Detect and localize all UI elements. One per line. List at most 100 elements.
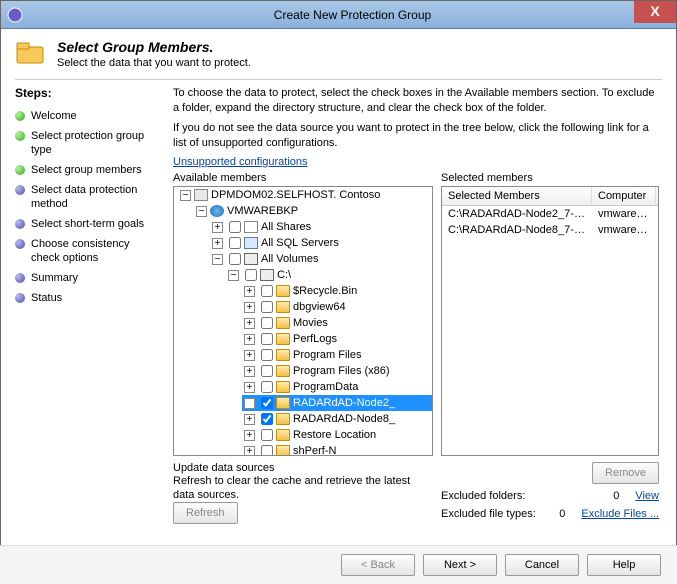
- folder-checkbox[interactable]: [261, 381, 273, 393]
- next-button[interactable]: Next >: [423, 554, 497, 576]
- tree-folder[interactable]: +Program Files: [242, 347, 432, 363]
- drive-icon: [260, 269, 274, 281]
- step-3[interactable]: Select data protection method: [15, 180, 159, 214]
- step-label: Summary: [31, 271, 78, 285]
- refresh-button[interactable]: Refresh: [173, 502, 238, 524]
- expander-icon[interactable]: +: [244, 366, 255, 377]
- expander-icon[interactable]: −: [196, 206, 207, 217]
- tree-folder[interactable]: +$Recycle.Bin: [242, 283, 432, 299]
- tree-folder[interactable]: +RADARdAD-Node8_: [242, 411, 432, 427]
- excluded-types-label: Excluded file types:: [441, 508, 536, 520]
- expander-icon[interactable]: −: [212, 254, 223, 265]
- tree-folder[interactable]: +Movies: [242, 315, 432, 331]
- step-bullet-icon: [15, 165, 25, 175]
- step-7[interactable]: Status: [15, 288, 159, 308]
- close-button[interactable]: X: [634, 1, 676, 23]
- tree-root[interactable]: −DPMDOM02.SELFHOST. Contoso: [178, 187, 432, 203]
- expander-icon[interactable]: +: [244, 446, 255, 457]
- step-label: Status: [31, 291, 62, 305]
- update-title: Update data sources: [173, 462, 433, 474]
- tree-group[interactable]: +All SQL Servers: [210, 235, 432, 251]
- folder-checkbox[interactable]: [261, 445, 273, 456]
- folder-checkbox[interactable]: [261, 429, 273, 441]
- page-header: Select Group Members. Select the data th…: [1, 29, 676, 69]
- step-0[interactable]: Welcome: [15, 106, 159, 126]
- expander-icon[interactable]: −: [180, 190, 191, 201]
- step-6[interactable]: Summary: [15, 268, 159, 288]
- tree-folder[interactable]: +PerfLogs: [242, 331, 432, 347]
- update-section: Update data sources Refresh to clear the…: [173, 462, 433, 524]
- step-label: Select short-term goals: [31, 217, 144, 231]
- expander-icon[interactable]: +: [244, 302, 255, 313]
- folder-checkbox[interactable]: [261, 413, 273, 425]
- expander-icon[interactable]: −: [228, 270, 239, 281]
- steps-sidebar: Steps: WelcomeSelect protection group ty…: [15, 86, 169, 534]
- step-1[interactable]: Select protection group type: [15, 126, 159, 160]
- cancel-button[interactable]: Cancel: [505, 554, 579, 576]
- expander-icon[interactable]: +: [244, 382, 255, 393]
- unsupported-link[interactable]: Unsupported configurations: [173, 156, 308, 168]
- folder-checkbox[interactable]: [261, 317, 273, 329]
- tree-folder[interactable]: +shPerf-N: [242, 443, 432, 456]
- group-checkbox[interactable]: [229, 237, 241, 249]
- drive-checkbox[interactable]: [245, 269, 257, 281]
- tree-vmware[interactable]: −VMWAREBKP: [194, 203, 432, 219]
- selected-list[interactable]: Selected Members Computer C:\RADARdAD-No…: [441, 186, 659, 456]
- folder-icon: [276, 381, 290, 393]
- col-selected-members[interactable]: Selected Members: [442, 187, 592, 205]
- wizard-buttons: < Back Next > Cancel Help: [0, 545, 677, 584]
- folder-checkbox[interactable]: [261, 285, 273, 297]
- update-text: Refresh to clear the cache and retrieve …: [173, 474, 433, 502]
- exclude-files-link[interactable]: Exclude Files ...: [581, 508, 659, 520]
- tree-folder[interactable]: +Program Files (x86): [242, 363, 432, 379]
- step-2[interactable]: Select group members: [15, 160, 159, 180]
- expander-icon[interactable]: +: [212, 222, 223, 233]
- tree-folder[interactable]: +ProgramData: [242, 379, 432, 395]
- step-4[interactable]: Select short-term goals: [15, 214, 159, 234]
- tree-group[interactable]: −All Volumes: [210, 251, 432, 267]
- expander-icon[interactable]: +: [244, 334, 255, 345]
- folder-checkbox[interactable]: [261, 349, 273, 361]
- group-checkbox[interactable]: [229, 221, 241, 233]
- cell-member: C:\RADARdAD-Node2_7-26-6-...: [442, 206, 592, 222]
- list-row[interactable]: C:\RADARdAD-Node8_7-26-6-...vmwareb...: [442, 222, 658, 238]
- app-icon: [7, 7, 23, 23]
- folder-icon: [276, 333, 290, 345]
- folder-icon: [276, 301, 290, 313]
- folder-checkbox[interactable]: [261, 333, 273, 345]
- group-checkbox[interactable]: [229, 253, 241, 265]
- list-row[interactable]: C:\RADARdAD-Node2_7-26-6-...vmwareb...: [442, 206, 658, 222]
- expander-icon[interactable]: +: [244, 414, 255, 425]
- tree-folder[interactable]: +dbgview64: [242, 299, 432, 315]
- expander-icon[interactable]: +: [244, 286, 255, 297]
- back-button[interactable]: < Back: [341, 554, 415, 576]
- view-link[interactable]: View: [635, 490, 659, 502]
- step-bullet-icon: [15, 273, 25, 283]
- tree-folder[interactable]: +Restore Location: [242, 427, 432, 443]
- tree-drive[interactable]: −C:\: [226, 267, 432, 283]
- step-label: Select group members: [31, 163, 142, 177]
- col-computer[interactable]: Computer: [592, 187, 656, 205]
- remove-button[interactable]: Remove: [592, 462, 659, 484]
- step-bullet-icon: [15, 111, 25, 121]
- cell-member: C:\RADARdAD-Node8_7-26-6-...: [442, 222, 592, 238]
- expander-icon[interactable]: +: [244, 350, 255, 361]
- tree-group[interactable]: +All Shares: [210, 219, 432, 235]
- folder-checkbox[interactable]: [261, 365, 273, 377]
- header-icon: [15, 39, 47, 67]
- available-tree[interactable]: −DPMDOM02.SELFHOST. Contoso−VMWAREBKP+Al…: [173, 186, 433, 456]
- description-2: If you do not see the data source you wa…: [173, 121, 662, 151]
- tree-folder[interactable]: +RADARdAD-Node2_: [242, 395, 432, 411]
- vmware-icon: [210, 205, 224, 217]
- folder-checkbox[interactable]: [261, 301, 273, 313]
- expander-icon[interactable]: +: [244, 398, 255, 409]
- list-header: Selected Members Computer: [442, 187, 658, 206]
- expander-icon[interactable]: +: [212, 238, 223, 249]
- expander-icon[interactable]: +: [244, 430, 255, 441]
- step-5[interactable]: Choose consistency check options: [15, 234, 159, 268]
- folder-icon: [276, 429, 290, 441]
- expander-icon[interactable]: +: [244, 318, 255, 329]
- help-button[interactable]: Help: [587, 554, 661, 576]
- share-icon: [244, 221, 258, 233]
- folder-checkbox[interactable]: [261, 397, 273, 409]
